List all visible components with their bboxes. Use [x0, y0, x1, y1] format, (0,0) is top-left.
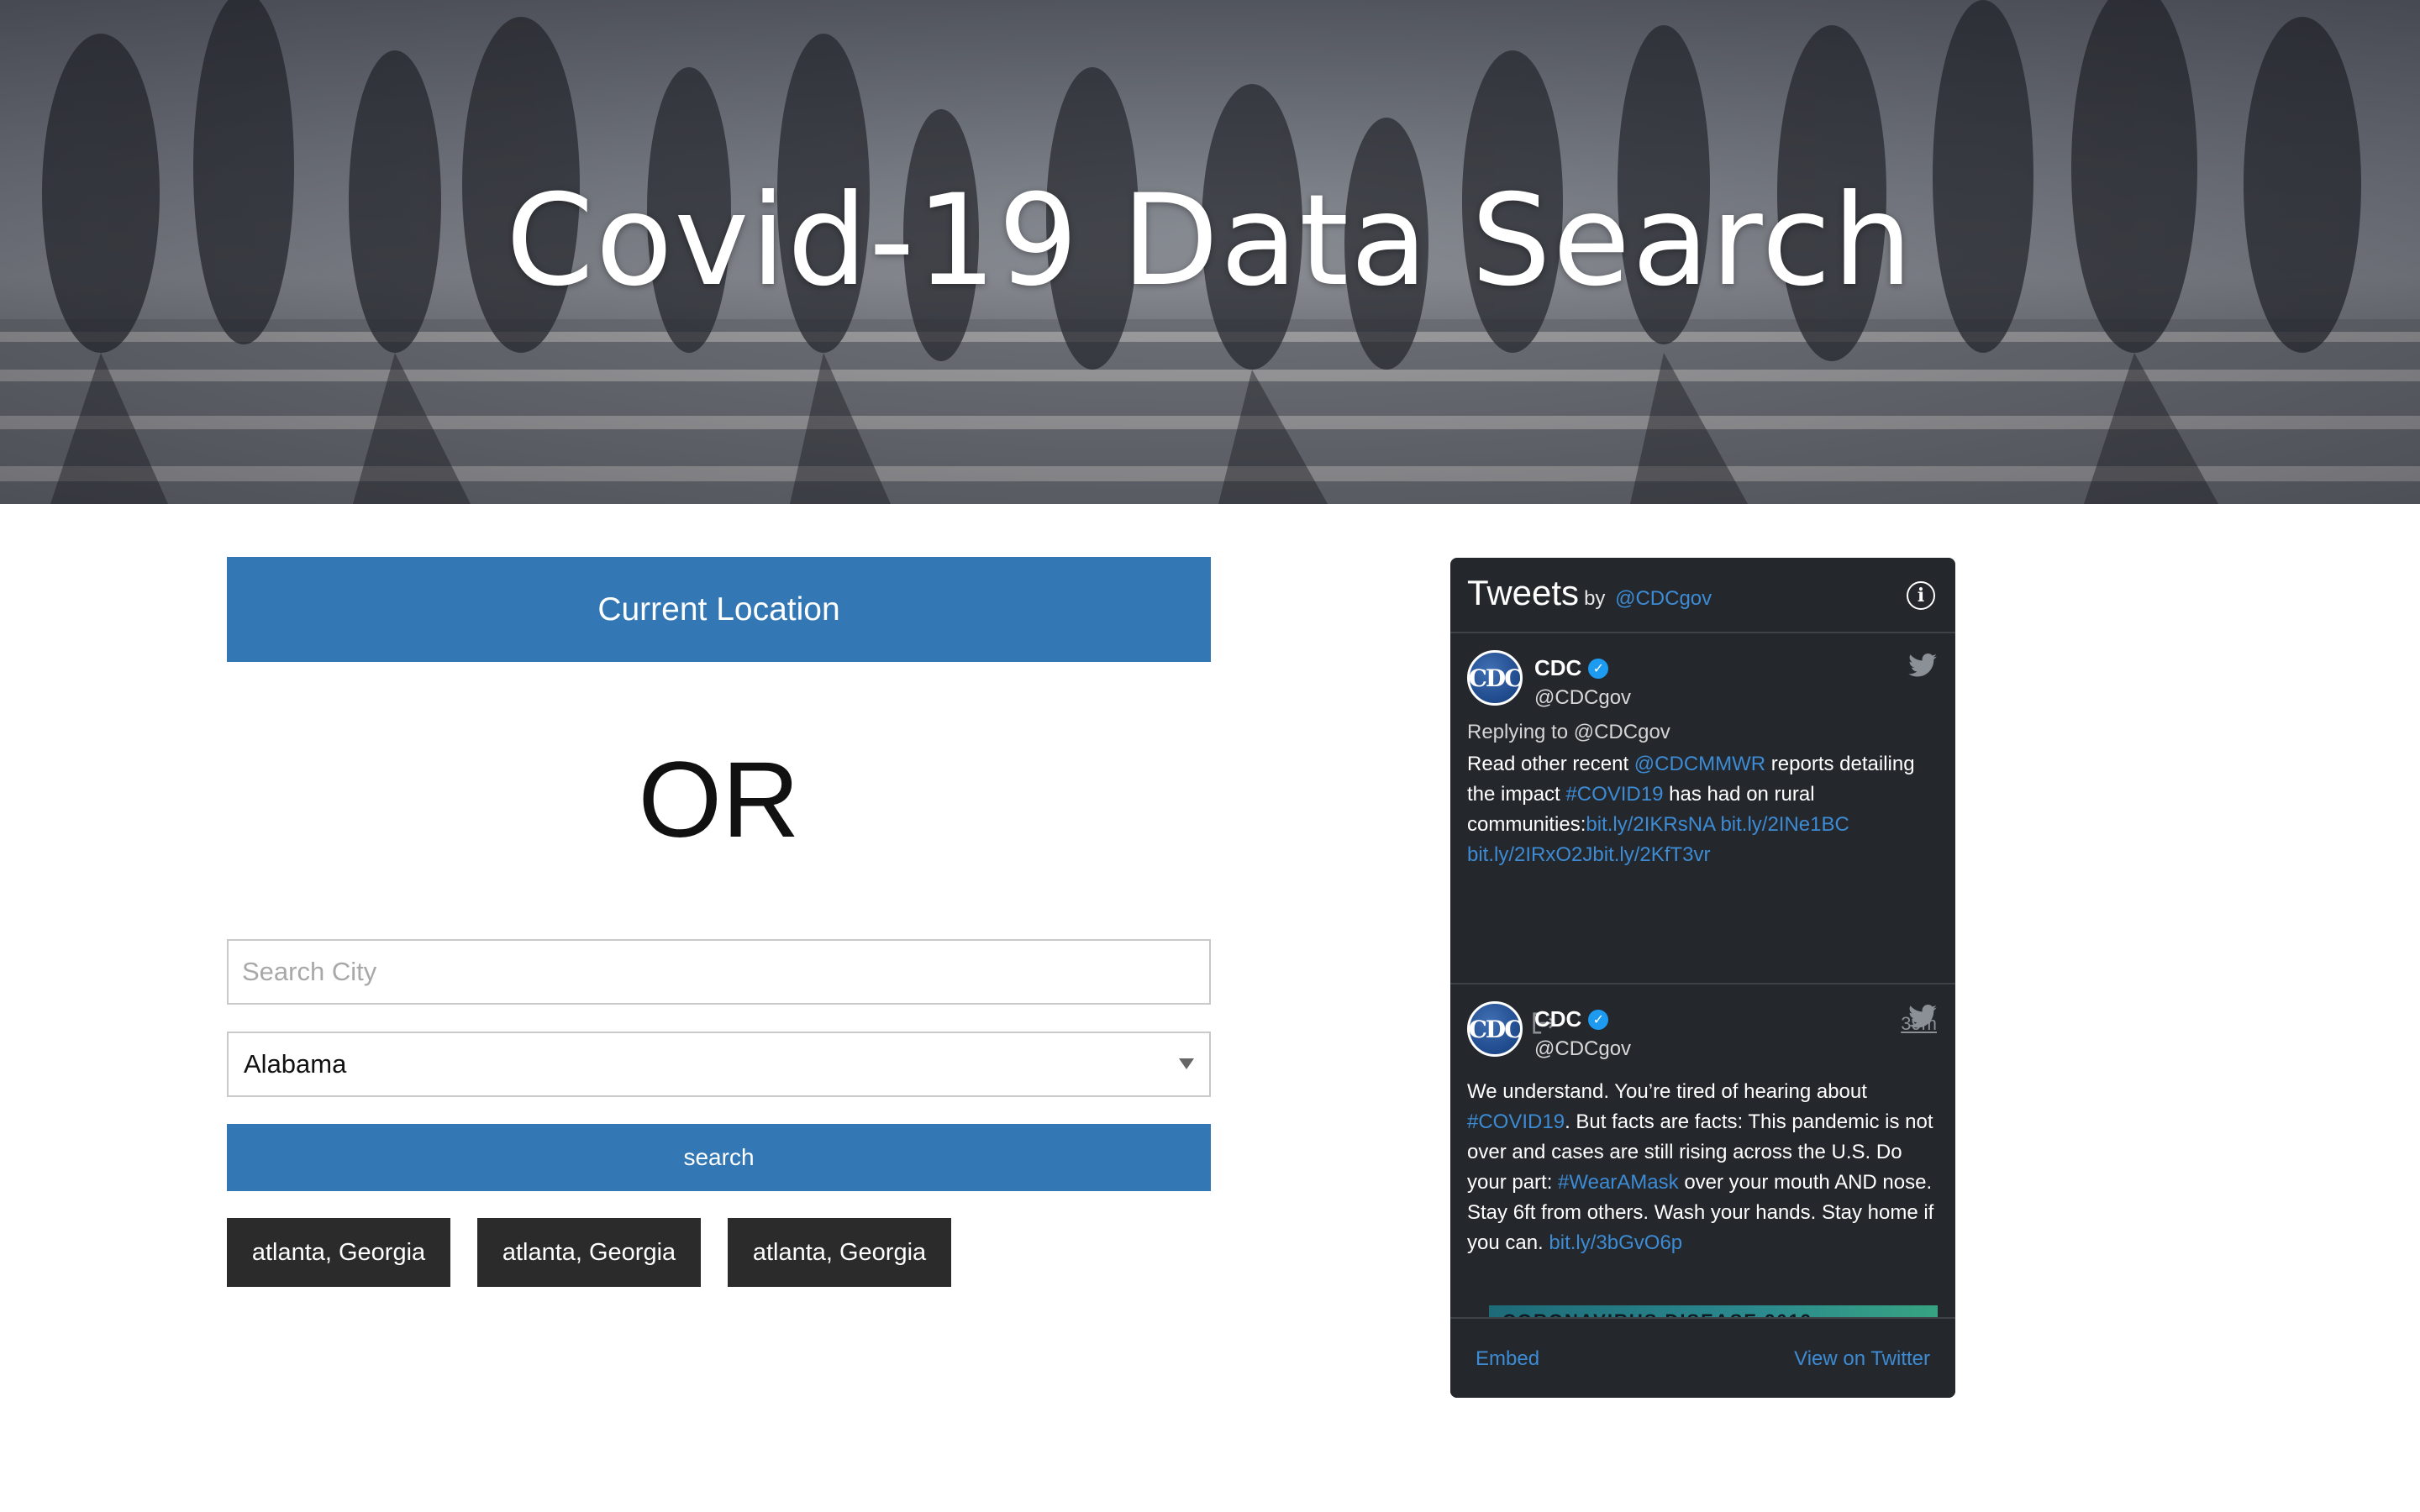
- search-city-input[interactable]: [227, 939, 1211, 1005]
- state-select-value: Alabama: [244, 1049, 347, 1079]
- tweet-author[interactable]: CDC ✓ @CDCgov: [1534, 1006, 1631, 1061]
- twitter-bird-icon[interactable]: [1908, 654, 1937, 677]
- tweet-text: Read other recent @CDCMMWR reports detai…: [1467, 749, 1942, 870]
- verified-badge-icon: ✓: [1588, 658, 1609, 679]
- tweet-link[interactable]: @CDCMMWR: [1634, 753, 1765, 775]
- tweet-card[interactable]: CDC CDC ✓ @CDCgov Replying to @CDCgov Re…: [1450, 633, 1955, 1036]
- info-icon[interactable]: i: [1907, 581, 1935, 610]
- widget-title-text: Tweets: [1467, 573, 1580, 612]
- state-select[interactable]: Alabama: [227, 1032, 1211, 1097]
- tweet-link[interactable]: bit.ly/2INe1BC: [1720, 813, 1849, 836]
- tweet-text-segment: We understand. You’re tired of hearing a…: [1467, 1080, 1867, 1103]
- author-name: CDC ✓: [1534, 1006, 1631, 1032]
- widget-footer: Embed View on Twitter: [1450, 1317, 1955, 1398]
- tweet-link[interactable]: bit.ly/2IKRsNA: [1586, 813, 1714, 836]
- tweet-link[interactable]: #WearAMask: [1558, 1171, 1679, 1194]
- avatar[interactable]: CDC: [1467, 1001, 1523, 1057]
- or-divider-label: OR: [638, 740, 800, 860]
- widget-title: Tweets by @CDCgov: [1467, 573, 1712, 613]
- tweet-card[interactable]: CDC CDC ✓ @CDCgov We understand. You’re …: [1450, 984, 1955, 1320]
- dropdown-caret-icon: [1179, 1058, 1194, 1069]
- avatar[interactable]: CDC: [1467, 650, 1523, 706]
- recent-search-button[interactable]: atlanta, Georgia: [227, 1218, 450, 1287]
- page-title: Covid-19 Data Search: [505, 168, 1914, 314]
- tweet-text: We understand. You’re tired of hearing a…: [1467, 1077, 1942, 1258]
- tweet-link[interactable]: bit.ly/3bGvO6p: [1549, 1231, 1682, 1254]
- author-name-text: CDC: [1534, 1006, 1582, 1032]
- search-button[interactable]: search: [227, 1124, 1211, 1191]
- widget-header: Tweets by @CDCgov i: [1450, 558, 1955, 633]
- author-name-text: CDC: [1534, 655, 1582, 680]
- view-on-twitter-link[interactable]: View on Twitter: [1794, 1347, 1930, 1371]
- recent-searches: atlanta, Georgia atlanta, Georgia atlant…: [227, 1218, 1211, 1287]
- author-name: CDC ✓: [1534, 655, 1631, 681]
- embed-link[interactable]: Embed: [1476, 1347, 1539, 1371]
- hero-banner: Covid-19 Data Search: [0, 0, 2420, 504]
- author-handle: @CDCgov: [1534, 1037, 1632, 1060]
- verified-badge-icon: ✓: [1588, 1009, 1609, 1030]
- tweet-text-segment: Read other recent: [1467, 753, 1634, 775]
- tweet-link[interactable]: #COVID19: [1467, 1110, 1565, 1133]
- account-link[interactable]: @CDCgov: [1615, 587, 1712, 610]
- reply-to-label: Replying to @CDCgov: [1467, 721, 1670, 743]
- twitter-timeline-widget: Tweets by @CDCgov i CDC CDC ✓ @CDCgov Rep…: [1450, 558, 1955, 1398]
- twitter-bird-icon[interactable]: [1908, 1005, 1937, 1028]
- widget-by-label: by: [1584, 587, 1606, 610]
- author-handle: @CDCgov: [1534, 686, 1632, 709]
- tweet-link[interactable]: #COVID19: [1565, 783, 1663, 806]
- tweet-link[interactable]: bit.ly/2KfT3vr: [1592, 843, 1710, 866]
- recent-search-button[interactable]: atlanta, Georgia: [477, 1218, 701, 1287]
- tweet-link[interactable]: bit.ly/2IRxO2J: [1467, 843, 1592, 866]
- current-location-button[interactable]: Current Location: [227, 557, 1211, 662]
- recent-search-button[interactable]: atlanta, Georgia: [728, 1218, 951, 1287]
- tweet-author[interactable]: CDC ✓ @CDCgov: [1534, 655, 1631, 710]
- search-panel: Current Location OR Alabama search atlan…: [227, 557, 1211, 1287]
